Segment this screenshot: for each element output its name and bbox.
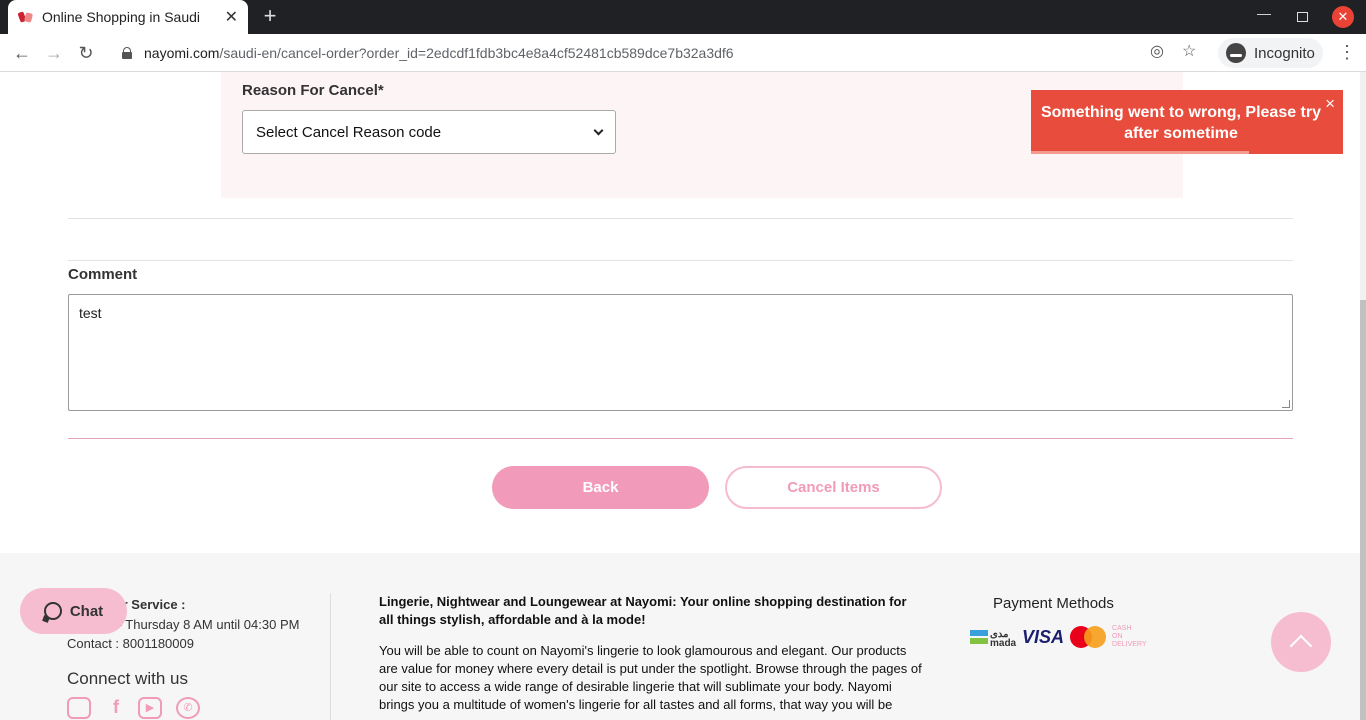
youtube-icon[interactable]: ▶ — [138, 697, 162, 719]
back-arrow-icon[interactable]: ← — [11, 42, 33, 64]
comment-label: Comment — [68, 266, 138, 283]
back-button[interactable]: Back — [492, 466, 709, 509]
visa-logo: VISA — [1022, 626, 1065, 647]
cash-on-delivery-logo: CASH ON DELIVERY — [1112, 625, 1147, 648]
mastercard-logo — [1070, 626, 1107, 648]
browser-tabbar: Online Shopping in Saudi ✕ + — ✕ — [0, 0, 1366, 34]
chevron-down-icon — [593, 125, 604, 135]
url-path: /saudi-en/cancel-order?order_id=2edcdf1f… — [219, 45, 734, 61]
incognito-label: Incognito — [1254, 44, 1315, 62]
reason-select-value: Select Cancel Reason code — [256, 123, 442, 141]
browser-toolbar: ← → ↻ nayomi.com /saudi-en/cancel-order?… — [0, 34, 1366, 72]
tab-close-icon[interactable]: ✕ — [225, 7, 238, 27]
incognito-icon — [1226, 43, 1246, 63]
browser-menu-icon[interactable]: ⋮ — [1338, 42, 1356, 63]
customer-service-contact: Contact : 8001180009 — [67, 636, 194, 651]
connect-heading: Connect with us — [67, 669, 188, 688]
eye-slash-icon[interactable]: ◎ — [1150, 41, 1164, 61]
chat-button[interactable]: Chat — [20, 588, 127, 634]
star-icon[interactable]: ☆ — [1182, 41, 1196, 61]
page-viewport: Reason For Cancel* Select Cancel Reason … — [0, 72, 1366, 720]
resize-handle[interactable] — [1282, 400, 1290, 408]
maximize-button[interactable] — [1297, 12, 1308, 22]
scrollbar-thumb[interactable] — [1360, 300, 1366, 720]
mada-logo: مدى mada — [970, 627, 1016, 649]
toast-message: Something went to wrong, Please try afte… — [1040, 104, 1322, 142]
chat-label: Chat — [69, 602, 104, 620]
url-host: nayomi.com — [144, 45, 220, 61]
whatsapp-icon[interactable]: ✆ — [176, 697, 200, 719]
comment-value: test — [79, 305, 102, 321]
divider — [68, 260, 1293, 261]
footer: Customer Service : Sunday – Thursday 8 A… — [0, 553, 1360, 720]
favicon-icon — [18, 9, 34, 25]
toast-close-icon[interactable]: × — [1325, 94, 1335, 114]
facebook-icon[interactable]: f — [104, 697, 128, 719]
new-tab-button[interactable]: + — [258, 5, 282, 29]
forward-arrow-icon[interactable]: → — [43, 42, 65, 64]
divider — [68, 438, 1293, 439]
cancel-items-button[interactable]: Cancel Items — [725, 466, 942, 509]
error-toast: Something went to wrong, Please try afte… — [1031, 90, 1343, 154]
about-body: You will be able to count on Nayomi's li… — [379, 643, 922, 712]
scroll-to-top-button[interactable] — [1271, 612, 1331, 672]
divider — [68, 218, 1293, 219]
instagram-icon[interactable] — [67, 697, 91, 719]
tab-title: Online Shopping in Saudi — [42, 9, 201, 25]
comment-textarea[interactable]: test — [68, 294, 1293, 411]
about-heading: Lingerie, Nightwear and Loungewear at Na… — [379, 594, 907, 627]
minimize-button[interactable]: — — [1257, 5, 1271, 21]
divider — [330, 593, 331, 720]
payment-logos: مدى mada VISA CASH ON DELIVERY — [970, 625, 1147, 649]
reload-icon[interactable]: ↻ — [75, 42, 97, 64]
payment-methods-title: Payment Methods — [993, 595, 1114, 612]
page-scrollbar[interactable] — [1360, 72, 1366, 720]
window-close-button[interactable]: ✕ — [1332, 6, 1354, 28]
cancel-reason-select[interactable]: Select Cancel Reason code — [242, 110, 616, 154]
toast-progress-bar — [1031, 151, 1250, 154]
lock-icon — [122, 47, 132, 59]
incognito-badge[interactable]: Incognito — [1218, 38, 1323, 68]
reason-label: Reason For Cancel* — [242, 82, 384, 99]
address-bar[interactable]: nayomi.com /saudi-en/cancel-order?order_… — [110, 38, 1210, 68]
browser-tab[interactable]: Online Shopping in Saudi ✕ — [8, 0, 248, 34]
chat-bubble-icon — [43, 602, 62, 620]
